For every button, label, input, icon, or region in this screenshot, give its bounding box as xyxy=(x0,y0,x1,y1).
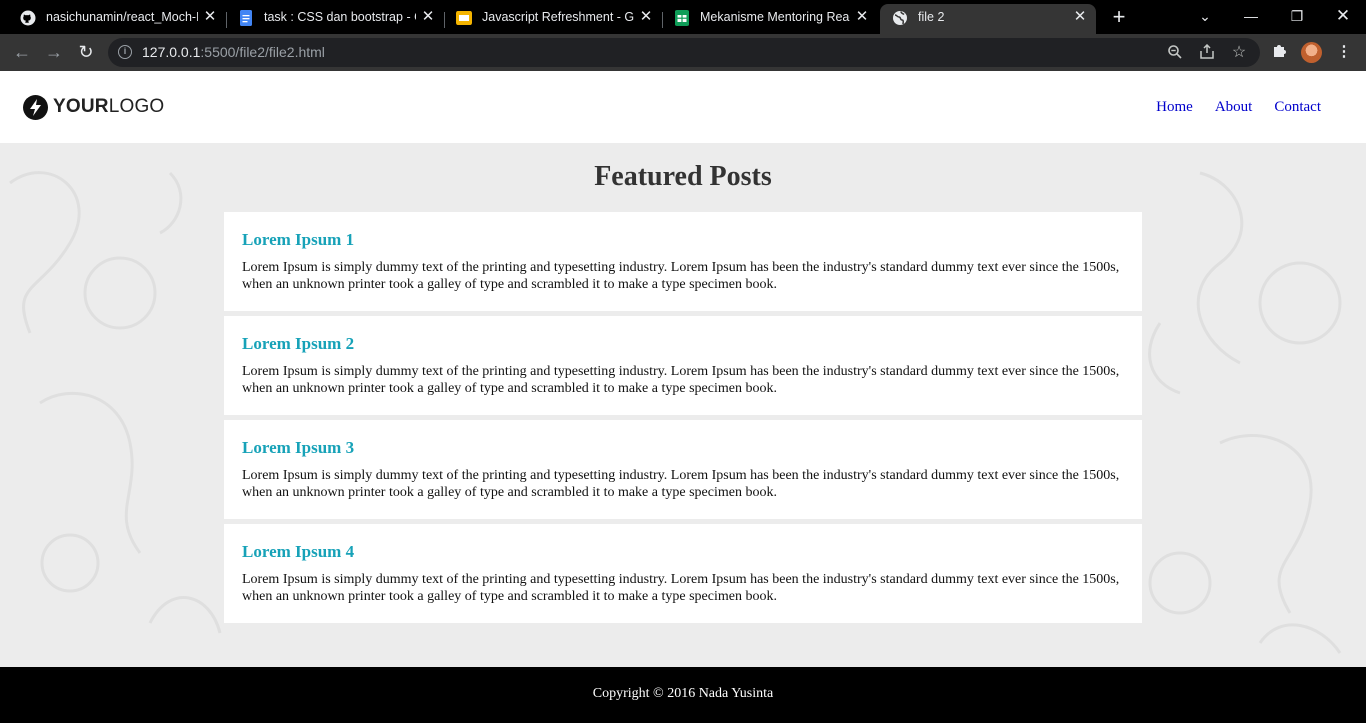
nav-link-contact[interactable]: Contact xyxy=(1274,99,1321,116)
main-nav: Home About Contact xyxy=(1134,99,1321,116)
share-icon[interactable] xyxy=(1198,43,1216,62)
post-body: Lorem Ipsum is simply dummy text of the … xyxy=(242,260,1120,292)
site-info-icon[interactable]: i xyxy=(118,45,132,59)
extensions-puzzle-icon[interactable] xyxy=(1270,42,1290,62)
posts-list: Lorem Ipsum 1 Lorem Ipsum is simply dumm… xyxy=(224,212,1142,628)
browser-tab-5-active[interactable]: file 2 ✕ xyxy=(880,4,1096,34)
browser-tab-strip: nasichunamin/react_Moch-N ✕ task : CSS d… xyxy=(0,0,1366,34)
tab-title: file 2 xyxy=(918,10,945,24)
back-arrow-icon[interactable]: ← xyxy=(10,40,34,64)
url-path: :5500/file2/file2.html xyxy=(200,44,325,60)
tab-title: Mekanisme Mentoring React xyxy=(700,10,850,24)
browser-tab-2[interactable]: task : CSS dan bootstrap - Go ✕ xyxy=(226,4,444,34)
tab-title: Javascript Refreshment - Goo xyxy=(482,10,634,24)
copyright-text: Copyright © 2016 Nada Yusinta xyxy=(592,686,774,701)
browser-menu-icon[interactable]: ⋮ xyxy=(1334,42,1354,62)
post-body: Lorem Ipsum is simply dummy text of the … xyxy=(242,468,1120,500)
profile-avatar[interactable] xyxy=(1301,42,1322,63)
post-card: Lorem Ipsum 3 Lorem Ipsum is simply dumm… xyxy=(224,420,1142,519)
address-bar[interactable]: i 127.0.0.1:5500/file2/file2.html ☆ xyxy=(108,38,1260,67)
post-body: Lorem Ipsum is simply dummy text of the … xyxy=(242,364,1120,396)
browser-toolbar: ← → ↻ i 127.0.0.1:5500/file2/file2.html … xyxy=(0,34,1366,71)
section-title: Featured Posts xyxy=(594,161,772,192)
close-window-icon[interactable]: ✕ xyxy=(1320,4,1366,28)
close-tab-icon[interactable]: ✕ xyxy=(420,8,436,26)
close-tab-icon[interactable]: ✕ xyxy=(1072,8,1088,26)
reload-icon[interactable]: ↻ xyxy=(74,40,98,64)
site-footer: Copyright © 2016 Nada Yusinta xyxy=(0,667,1366,723)
bookmark-star-icon[interactable]: ☆ xyxy=(1230,44,1248,62)
minimize-window-icon[interactable]: — xyxy=(1228,4,1274,28)
web-page: YOURLOGO Home About Contact Featured Pos… xyxy=(0,71,1366,723)
url-host: 127.0.0.1 xyxy=(142,44,201,60)
google-sheets-icon xyxy=(675,10,689,26)
close-tab-icon[interactable]: ✕ xyxy=(854,8,870,26)
site-logo[interactable]: YOURLOGO xyxy=(23,94,164,120)
post-title[interactable]: Lorem Ipsum 3 xyxy=(242,438,1124,458)
lightning-bolt-icon xyxy=(23,94,48,120)
post-card: Lorem Ipsum 2 Lorem Ipsum is simply dumm… xyxy=(224,316,1142,415)
post-title[interactable]: Lorem Ipsum 1 xyxy=(242,230,1124,250)
close-tab-icon[interactable]: ✕ xyxy=(202,8,218,26)
post-card: Lorem Ipsum 4 Lorem Ipsum is simply dumm… xyxy=(224,524,1142,623)
post-card: Lorem Ipsum 1 Lorem Ipsum is simply dumm… xyxy=(224,212,1142,311)
url-text[interactable]: 127.0.0.1:5500/file2/file2.html xyxy=(142,44,325,60)
google-docs-icon xyxy=(240,10,252,26)
post-title[interactable]: Lorem Ipsum 4 xyxy=(242,542,1124,562)
new-tab-plus-icon[interactable]: + xyxy=(1108,6,1130,28)
github-icon xyxy=(20,10,36,26)
logo-text: YOURLOGO xyxy=(53,96,165,117)
site-header: YOURLOGO Home About Contact xyxy=(0,71,1366,143)
post-title[interactable]: Lorem Ipsum 2 xyxy=(242,334,1124,354)
restore-window-icon[interactable]: ❐ xyxy=(1274,4,1320,28)
post-body: Lorem Ipsum is simply dummy text of the … xyxy=(242,572,1120,604)
forward-arrow-icon[interactable]: → xyxy=(42,40,66,64)
tab-search-chevron-icon[interactable]: ⌄ xyxy=(1182,4,1228,28)
browser-tab-4[interactable]: Mekanisme Mentoring React ✕ xyxy=(662,4,878,34)
tab-title: task : CSS dan bootstrap - Go xyxy=(264,10,416,24)
browser-tab-1[interactable]: nasichunamin/react_Moch-N ✕ xyxy=(8,4,226,34)
close-tab-icon[interactable]: ✕ xyxy=(638,8,654,26)
browser-tab-3[interactable]: Javascript Refreshment - Goo ✕ xyxy=(444,4,662,34)
globe-icon xyxy=(893,11,907,25)
tab-title: nasichunamin/react_Moch-N xyxy=(46,10,198,24)
nav-link-home[interactable]: Home xyxy=(1156,99,1193,116)
zoom-icon[interactable] xyxy=(1166,44,1184,62)
nav-link-about[interactable]: About xyxy=(1215,99,1253,116)
google-slides-icon xyxy=(456,11,472,25)
